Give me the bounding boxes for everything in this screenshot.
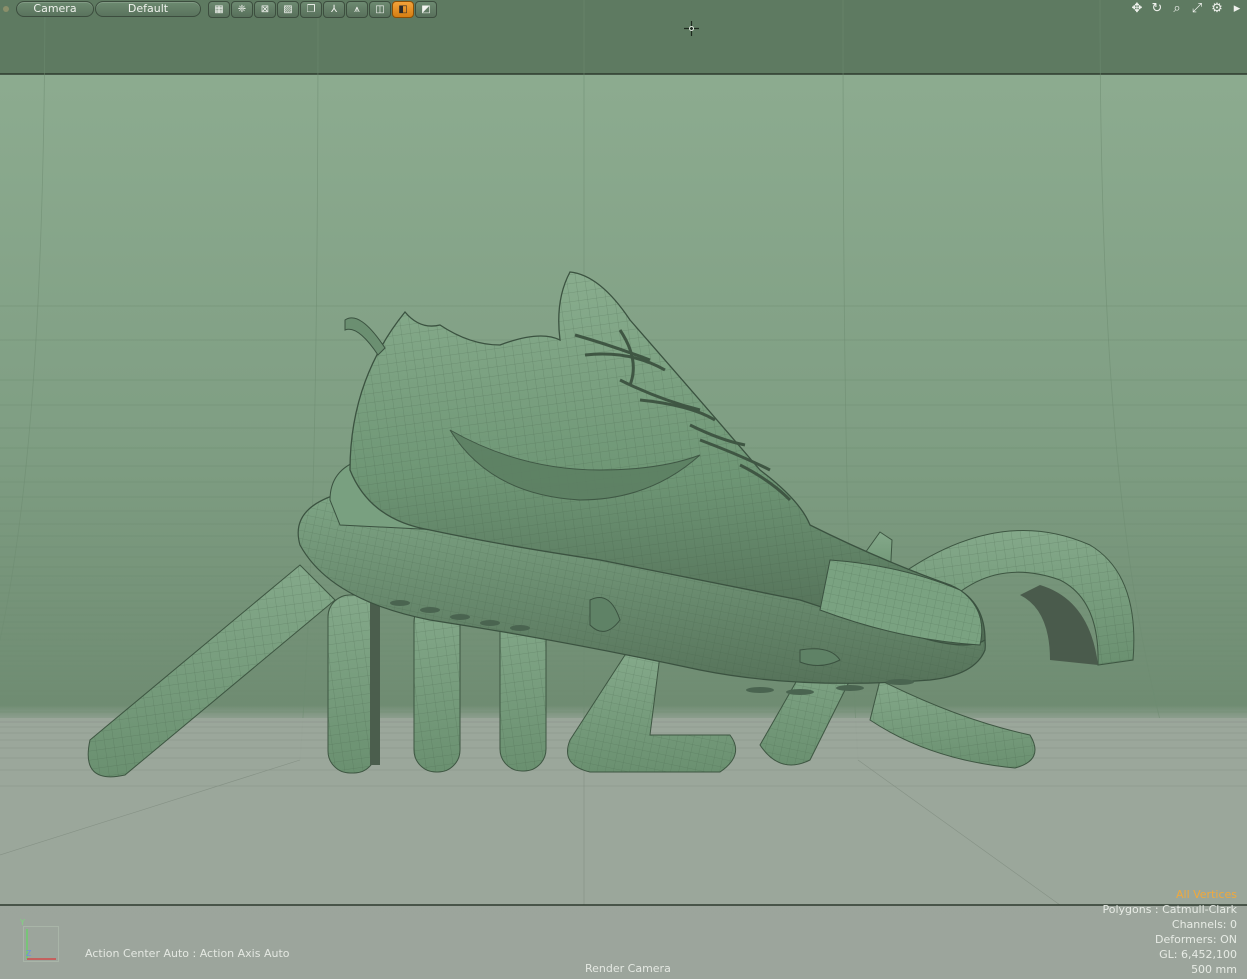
axis-icon[interactable]: ⅄ bbox=[323, 1, 345, 18]
symmetry-icon[interactable]: ⩚ bbox=[346, 1, 368, 18]
shaded-icon[interactable]: ◧ bbox=[392, 1, 414, 18]
viewport-options-dot[interactable] bbox=[3, 6, 9, 12]
zoom-view-icon[interactable]: ⌕ bbox=[1169, 1, 1185, 17]
viewport-toolbar: Camera Default ▦ ❈ ⊠ ▨ ❐ ⅄ ⩚ ◫ ◧ ◩ ✥ ↻ ⌕ ⤢ ⚙ ▸ bbox=[0, 0, 1247, 18]
grid-cluster-icon[interactable]: ❈ bbox=[231, 1, 253, 18]
view-style-dropdown[interactable]: Default bbox=[95, 1, 201, 17]
camera-name-label: Render Camera bbox=[585, 962, 671, 975]
3d-viewport[interactable] bbox=[0, 0, 1247, 979]
backface-icon[interactable]: ◫ bbox=[369, 1, 391, 18]
polygons-info: Polygons : Catmull-Clark bbox=[1102, 903, 1237, 916]
scene-render bbox=[0, 0, 1247, 979]
settings-icon[interactable]: ⚙ bbox=[1209, 1, 1225, 17]
selection-mode-label: All Vertices bbox=[1175, 888, 1237, 901]
deformers-info: Deformers: ON bbox=[1155, 933, 1237, 946]
slash-icon[interactable]: ◩ bbox=[415, 1, 437, 18]
wireframe-box-icon[interactable]: ⊠ bbox=[254, 1, 276, 18]
fit-view-icon[interactable]: ⤢ bbox=[1189, 1, 1205, 17]
gl-count-info: GL: 6,452,100 bbox=[1159, 948, 1237, 961]
grid-scale-info: 500 mm bbox=[1191, 963, 1237, 976]
hatch-icon[interactable]: ▨ bbox=[277, 1, 299, 18]
layers-icon[interactable]: ❐ bbox=[300, 1, 322, 18]
axis-gizmo: Y Z bbox=[20, 918, 59, 962]
expand-arrow-icon[interactable]: ▸ bbox=[1229, 1, 1245, 17]
checker-icon[interactable]: ▦ bbox=[208, 1, 230, 18]
axis-z-label: Z bbox=[26, 949, 32, 958]
rotate-view-icon[interactable]: ↻ bbox=[1149, 1, 1165, 17]
move-view-icon[interactable]: ✥ bbox=[1129, 1, 1145, 17]
axis-y-label: Y bbox=[20, 918, 25, 927]
crosshair-cursor-icon bbox=[684, 21, 699, 36]
view-type-dropdown[interactable]: Camera bbox=[16, 1, 94, 17]
viewport-info-overlay: All Vertices Polygons : Catmull-Clark Ch… bbox=[1102, 887, 1237, 977]
action-center-status: Action Center Auto : Action Axis Auto bbox=[85, 947, 290, 960]
channels-info: Channels: 0 bbox=[1171, 918, 1237, 931]
